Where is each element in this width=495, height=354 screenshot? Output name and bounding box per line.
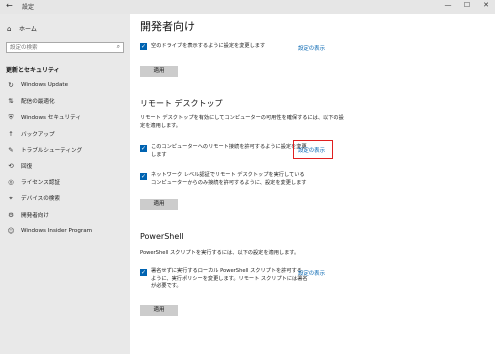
search-box[interactable]: ⌕: [6, 42, 124, 53]
shield-icon: ⛨: [8, 112, 14, 121]
sidebar-item-label: ライセンス認証: [21, 180, 61, 187]
maximize-button[interactable]: ☐: [459, 1, 475, 9]
recovery-icon: ⟲: [8, 162, 14, 171]
sidebar-item-label: 配信の最適化: [21, 99, 55, 106]
nla-line-1: ネットワーク レベル認証でリモート デスクトップを実行している: [151, 172, 305, 178]
allow-remote-connections-label: このコンピューターへのリモート接続を許可するように設定を変更 します: [151, 144, 307, 159]
apply-button-powershell[interactable]: 適用: [140, 305, 178, 316]
sidebar-item-find-my-device[interactable]: ⌖ デバイスの検索: [0, 190, 130, 206]
allow-remote-line-1: このコンピューターへのリモート接続を許可するように設定を変更: [151, 144, 307, 150]
section-title: 更新とセキュリティ: [6, 67, 60, 74]
developer-icon: ⚙: [8, 210, 14, 219]
sidebar-item-label: 回復: [21, 164, 33, 171]
refresh-icon: ↻: [8, 81, 14, 90]
back-arrow-icon[interactable]: ←: [6, 1, 13, 10]
remote-desc-line-1: リモート デスクトップを有効にしてコンピューターの可用性を確保するには、以下の設: [140, 115, 344, 121]
backup-icon: ↑: [8, 129, 14, 138]
nla-only-label: ネットワーク レベル認証でリモート デスクトップを実行している コンピューターか…: [151, 172, 306, 187]
powershell-heading: PowerShell: [140, 232, 184, 241]
home-link[interactable]: ⌂ ホーム: [7, 24, 37, 33]
sidebar-item-delivery-optimization[interactable]: ⇅ 配信の最適化: [0, 93, 130, 109]
window-title: 設定: [22, 4, 35, 11]
title-bar: ← 設定 — ☐ ✕: [0, 0, 495, 14]
remote-desktop-heading: リモート デスクトップ: [140, 99, 223, 108]
ps-line-2: ように、実行ポリシーを変更します。リモート スクリプトには署名: [151, 275, 308, 282]
sidebar-item-label: デバイスの検索: [21, 196, 60, 203]
show-settings-link-drives[interactable]: 設定の表示: [298, 44, 325, 52]
apply-button-remote[interactable]: 適用: [140, 199, 178, 210]
allow-remote-line-2: します: [151, 151, 167, 158]
show-settings-link-powershell[interactable]: 設定の表示: [298, 269, 325, 277]
search-input[interactable]: [10, 43, 110, 52]
find-device-icon: ⌖: [9, 193, 13, 202]
show-empty-drives-label: 空のドライブを表示するように設定を変更します: [151, 43, 266, 49]
delivery-icon: ⇅: [8, 97, 14, 106]
powershell-description: PowerShell スクリプトを実行するには、以下の設定を適用します。: [140, 250, 300, 256]
powershell-policy-label: 署名せずに実行するローカル PowerShell スクリプトを許可する ように、…: [151, 268, 308, 291]
close-button[interactable]: ✕: [478, 1, 494, 9]
sidebar-item-windows-security[interactable]: ⛨ Windows セキュリティ: [0, 109, 130, 125]
apply-button-drives[interactable]: 適用: [140, 66, 178, 77]
highlight-box: [293, 140, 333, 159]
sidebar-item-recovery[interactable]: ⟲ 回復: [0, 158, 130, 174]
sidebar-item-insider-program[interactable]: ☺ Windows Insider Program: [0, 223, 130, 239]
remote-desktop-description: リモート デスクトップを有効にしてコンピューターの可用性を確保するには、以下の設…: [140, 115, 395, 130]
sidebar-nav: ↻ Windows Update ⇅ 配信の最適化 ⛨ Windows セキュリ…: [0, 77, 130, 239]
home-icon: ⌂: [7, 25, 12, 33]
license-icon: ◎: [8, 178, 14, 187]
search-icon[interactable]: ⌕: [117, 43, 120, 51]
insider-icon: ☺: [7, 226, 15, 235]
sidebar-item-label: トラブルシューティング: [21, 147, 83, 154]
allow-remote-connections-checkbox[interactable]: ✓: [140, 145, 147, 152]
sidebar-item-for-developers[interactable]: ⚙ 開発者向け: [0, 207, 130, 223]
page-title: 開発者向け: [140, 20, 195, 33]
minimize-button[interactable]: —: [440, 1, 456, 9]
sidebar-item-activation[interactable]: ◎ ライセンス認証: [0, 174, 130, 190]
sidebar-item-label: Windows Update: [21, 82, 69, 89]
ps-line-1: 署名せずに実行するローカル PowerShell スクリプトを許可する: [151, 268, 302, 274]
remote-desc-line-2: 定を適用します。: [140, 122, 181, 129]
sidebar-item-label: Windows セキュリティ: [21, 115, 81, 122]
main-content: 開発者向け ✓ 空のドライブを表示するように設定を変更します 設定の表示 適用 …: [130, 14, 495, 354]
nla-line-2: コンピューターからのみ接続を許可するように、設定を変更します: [151, 179, 307, 186]
sidebar: ⌂ ホーム ⌕ 更新とセキュリティ ↻ Windows Update ⇅ 配信の最…: [0, 14, 130, 354]
show-empty-drives-checkbox[interactable]: ✓: [140, 43, 147, 50]
sidebar-item-troubleshoot[interactable]: ✎ トラブルシューティング: [0, 142, 130, 158]
home-label: ホーム: [19, 26, 37, 33]
wrench-icon: ✎: [8, 145, 14, 154]
powershell-policy-checkbox[interactable]: ✓: [140, 269, 147, 276]
sidebar-item-label: 開発者向け: [21, 212, 49, 219]
sidebar-item-windows-update[interactable]: ↻ Windows Update: [0, 77, 130, 93]
nla-only-checkbox[interactable]: ✓: [140, 173, 147, 180]
ps-line-3: が必要です。: [151, 283, 182, 289]
sidebar-item-backup[interactable]: ↑ バックアップ: [0, 126, 130, 142]
sidebar-item-label: バックアップ: [21, 131, 55, 138]
sidebar-item-label: Windows Insider Program: [21, 227, 93, 234]
